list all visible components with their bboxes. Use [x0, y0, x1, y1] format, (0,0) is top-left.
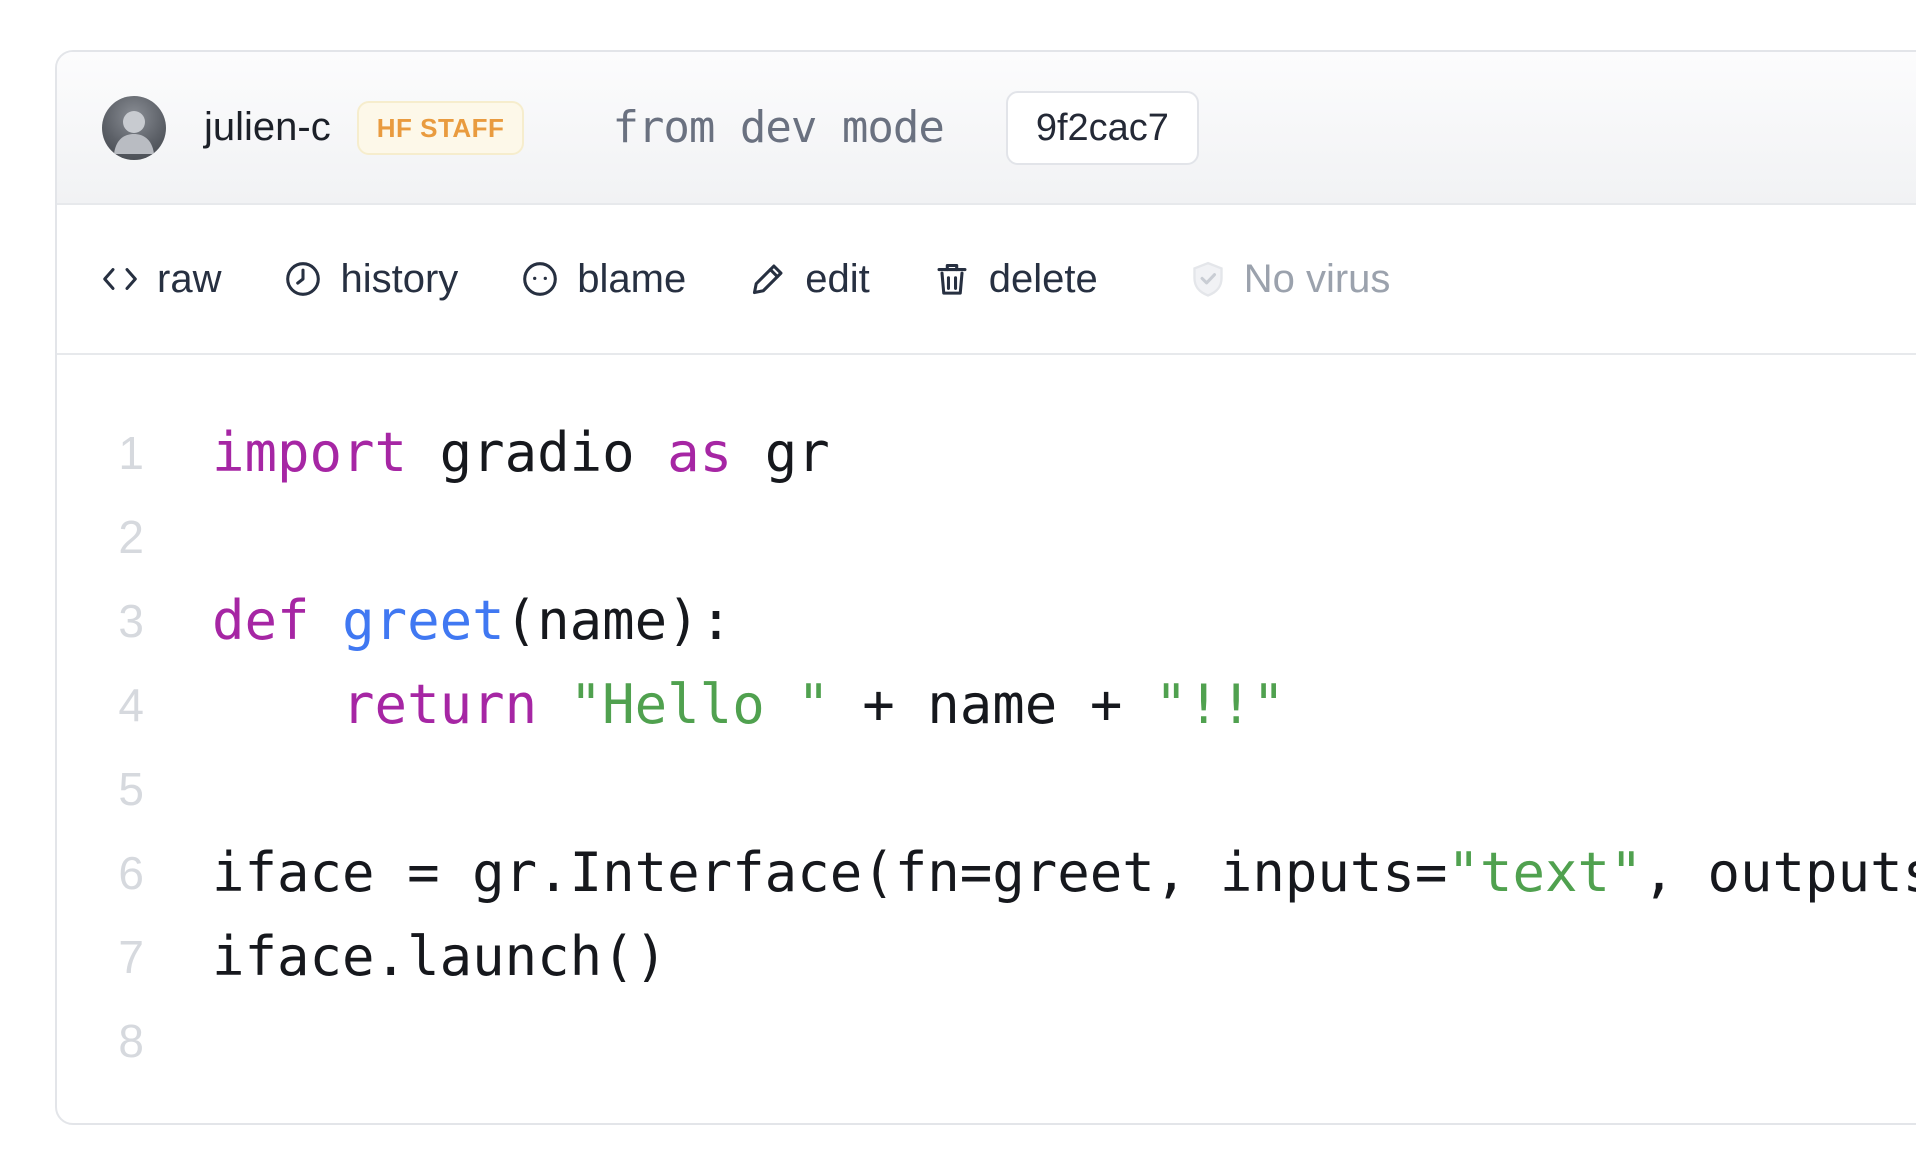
clock-icon	[283, 259, 323, 299]
raw-label: raw	[157, 257, 221, 302]
edit-label: edit	[805, 257, 870, 302]
code-line: 8	[57, 999, 1916, 1083]
line-number[interactable]: 3	[57, 579, 144, 663]
history-label: history	[340, 257, 458, 302]
code-icon	[100, 259, 140, 299]
face-icon	[520, 259, 560, 299]
user-photo-icon	[102, 96, 166, 160]
code-line: 1 import gradio as gr	[57, 411, 1916, 495]
hf-staff-badge: HF STAFF	[357, 101, 525, 155]
file-toolbar: raw history blame edit	[57, 205, 1916, 355]
raw-button[interactable]: raw	[100, 257, 221, 302]
code-line: 4 return "Hello " + name + "!!"	[57, 663, 1916, 747]
line-number[interactable]: 1	[57, 411, 144, 495]
code-text: iface.launch()	[212, 915, 667, 999]
code-line: 3 def greet(name):	[57, 579, 1916, 663]
line-number[interactable]: 8	[57, 999, 144, 1083]
delete-button[interactable]: delete	[932, 257, 1098, 302]
code-text: def greet(name):	[212, 579, 732, 663]
blame-button[interactable]: blame	[520, 257, 686, 302]
code-lines: 1 import gradio as gr 23 def greet(name):4 …	[57, 411, 1916, 1083]
avatar[interactable]	[102, 96, 166, 160]
trash-icon	[932, 259, 972, 299]
shield-check-icon	[1188, 259, 1228, 299]
commit-header: julien-c HF STAFF from dev mode 9f2cac7	[57, 52, 1916, 205]
code-text: import gradio as gr	[212, 411, 830, 495]
line-number[interactable]: 7	[57, 915, 144, 999]
line-number[interactable]: 2	[57, 495, 144, 579]
line-number[interactable]: 4	[57, 663, 144, 747]
virus-scan-status[interactable]: No virus	[1188, 257, 1391, 302]
history-button[interactable]: history	[283, 257, 458, 302]
code-viewer: 1 import gradio as gr 23 def greet(name):4 …	[57, 355, 1916, 1083]
blame-label: blame	[577, 257, 686, 302]
virus-scan-label: No virus	[1244, 257, 1391, 302]
code-line: 5	[57, 747, 1916, 831]
line-number[interactable]: 5	[57, 747, 144, 831]
code-text: iface = gr.Interface(fn=greet, inputs="t…	[212, 831, 1916, 915]
commit-hash-button[interactable]: 9f2cac7	[1006, 91, 1199, 165]
code-line: 2	[57, 495, 1916, 579]
code-text: return "Hello " + name + "!!"	[212, 663, 1285, 747]
pencil-icon	[748, 259, 788, 299]
edit-button[interactable]: edit	[748, 257, 870, 302]
delete-label: delete	[989, 257, 1098, 302]
username-link[interactable]: julien-c	[204, 105, 331, 150]
commit-message: from dev mode	[612, 102, 943, 153]
file-viewer-card: julien-c HF STAFF from dev mode 9f2cac7 …	[55, 50, 1916, 1125]
line-number[interactable]: 6	[57, 831, 144, 915]
code-line: 6 iface = gr.Interface(fn=greet, inputs="…	[57, 831, 1916, 915]
code-line: 7 iface.launch()	[57, 915, 1916, 999]
